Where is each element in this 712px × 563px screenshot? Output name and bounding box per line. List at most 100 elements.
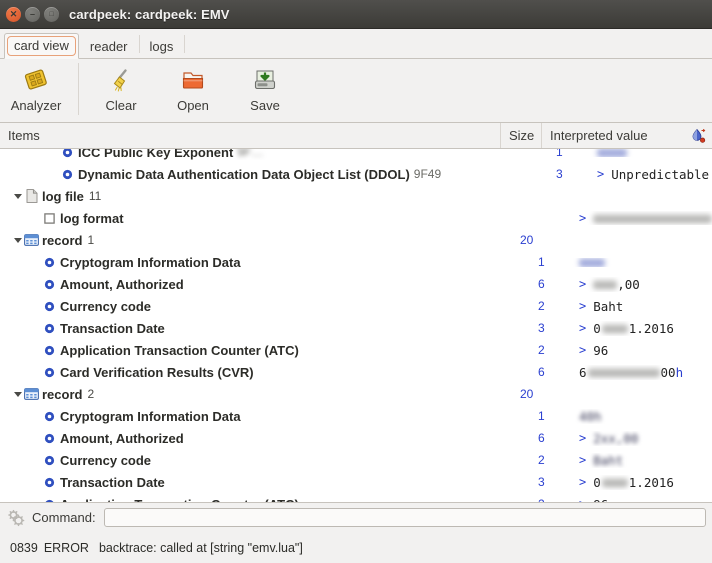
- chip-icon: [23, 65, 49, 95]
- tree-row-size: 2: [538, 299, 545, 313]
- tree-row-item: Currency code: [0, 453, 530, 468]
- column-header-interpreted[interactable]: Interpreted value: [541, 123, 712, 148]
- chevron-down-icon[interactable]: [12, 234, 24, 246]
- tree-node-label: Cryptogram Information Data: [60, 254, 241, 270]
- title-bar: ✕ – □ cardpeek: cardpeek: EMV: [0, 0, 712, 29]
- tab-card-view[interactable]: card view: [4, 33, 79, 59]
- tree-row[interactable]: Transaction Date 3 >0 1.2016: [0, 317, 712, 339]
- bullet-icon: [42, 410, 57, 423]
- value-arrow-icon: >: [579, 211, 587, 225]
- tree-node-label: Cryptogram Information Data: [60, 408, 241, 424]
- value-arrow-icon: >: [579, 321, 587, 335]
- clear-button[interactable]: Clear: [85, 59, 157, 113]
- close-window-icon[interactable]: ✕: [6, 6, 21, 22]
- bullet-icon: [42, 432, 57, 445]
- tree-row-item: Transaction Date: [0, 321, 530, 336]
- command-label: Command:: [32, 510, 96, 525]
- tree-row-size: 6: [538, 365, 545, 379]
- redacted-value: [593, 213, 712, 223]
- record-icon: [24, 388, 39, 401]
- column-header-items[interactable]: Items: [0, 123, 500, 148]
- tree-row[interactable]: Dynamic Data Authentication Data Object …: [0, 163, 712, 185]
- column-header-size[interactable]: Size: [500, 123, 541, 148]
- folder-open-icon: [180, 65, 206, 95]
- value-suffix: 1.2016: [628, 474, 674, 490]
- tab-reader-label: reader: [89, 39, 128, 54]
- tree-row-size: 3: [538, 475, 545, 489]
- tree-row-size: 20: [520, 233, 534, 247]
- color-droplet-icon[interactable]: [690, 128, 706, 144]
- tree-row-size: 1: [538, 409, 545, 423]
- gears-icon: [6, 508, 26, 528]
- tree-view[interactable]: ICC Public Key Exponent 9F… 1 Dynamic Data …: [0, 149, 712, 502]
- chevron-down-icon[interactable]: [12, 190, 24, 202]
- save-label: Save: [250, 98, 280, 113]
- tree-row[interactable]: log format >: [0, 207, 712, 229]
- window-buttons: ✕ – □: [0, 6, 59, 22]
- window-title: cardpeek: cardpeek: EMV: [69, 6, 230, 22]
- tree-node-label: Dynamic Data Authentication Data Object …: [78, 166, 410, 182]
- value-text: 0: [593, 474, 601, 490]
- tree-row-size: 2: [538, 453, 545, 467]
- bullet-icon: [42, 476, 57, 489]
- chevron-down-icon[interactable]: [12, 388, 24, 400]
- tab-logs[interactable]: logs: [140, 34, 184, 59]
- tree-row[interactable]: Amount, Authorized 6 > ,00: [0, 273, 712, 295]
- tree-row-size: 1: [556, 149, 563, 159]
- tree-row-item: record 1: [0, 233, 512, 248]
- tab-bar: card view reader logs: [0, 29, 712, 59]
- tree-row-item: Amount, Authorized: [0, 277, 530, 292]
- tree-row-item: Transaction Date: [0, 475, 530, 490]
- value-text: ,00: [617, 276, 640, 292]
- tree-node-label: log file: [42, 188, 84, 204]
- tree-row[interactable]: record 2 20: [0, 383, 712, 405]
- tree-row[interactable]: Amount, Authorized 6 >2xx,00: [0, 427, 712, 449]
- tree-row[interactable]: Card Verification Results (CVR) 6 6 00h: [0, 361, 712, 383]
- tree-row[interactable]: Currency code 2 > Baht: [0, 449, 712, 471]
- minimize-window-icon[interactable]: –: [25, 6, 40, 22]
- value-arrow-icon: >: [579, 343, 587, 357]
- bullet-icon: [42, 454, 57, 467]
- tree-row[interactable]: record 1 20: [0, 229, 712, 251]
- value-arrow-icon: >: [579, 299, 587, 313]
- checkbox-icon: [42, 212, 57, 225]
- value-arrow-icon: >: [579, 497, 586, 502]
- tree-row-value: > Baht: [571, 453, 712, 468]
- file-icon: [24, 189, 39, 203]
- value-arrow-icon: >: [579, 475, 587, 489]
- tree-row-value: > Unpredictable nu: [589, 167, 712, 182]
- tree-row[interactable]: Currency code 2 > Baht: [0, 295, 712, 317]
- column-headers: Items Size Interpreted value: [0, 123, 712, 149]
- tree-row[interactable]: Application Transaction Counter (ATC)2>9…: [0, 339, 712, 361]
- maximize-window-icon[interactable]: □: [44, 6, 59, 22]
- tree-row-item: record 2: [0, 387, 512, 402]
- tree-row[interactable]: Cryptogram Information Data 1 40h: [0, 405, 712, 427]
- tree-row-value: 6 00h: [571, 365, 712, 380]
- command-bar: Command:: [0, 502, 712, 532]
- analyzer-button[interactable]: Analyzer: [0, 59, 72, 113]
- tree-row-value: 40h: [571, 409, 712, 424]
- tree-row[interactable]: ICC Public Key Exponent 9F… 1: [0, 149, 712, 163]
- command-input[interactable]: [103, 508, 706, 527]
- tree-row[interactable]: Cryptogram Information Data 1: [0, 251, 712, 273]
- tree-row[interactable]: Application Transaction Counter (ATC)2>9…: [0, 493, 712, 502]
- open-button[interactable]: Open: [157, 59, 229, 113]
- close-glyph: ✕: [9, 8, 18, 19]
- tree-row[interactable]: log file 11: [0, 185, 712, 207]
- broom-icon: [108, 65, 134, 95]
- redacted-value: [601, 323, 628, 333]
- tree-row-value: >: [571, 211, 712, 225]
- tree-row-item: log file 11: [0, 189, 512, 204]
- bullet-icon: [42, 256, 57, 269]
- value-text: 0: [593, 320, 601, 336]
- tree-row[interactable]: Transaction Date 3 >0 1.2016: [0, 471, 712, 493]
- tree-row-size: 2: [530, 497, 571, 502]
- tab-reader[interactable]: reader: [80, 34, 138, 59]
- save-button[interactable]: Save: [229, 59, 301, 113]
